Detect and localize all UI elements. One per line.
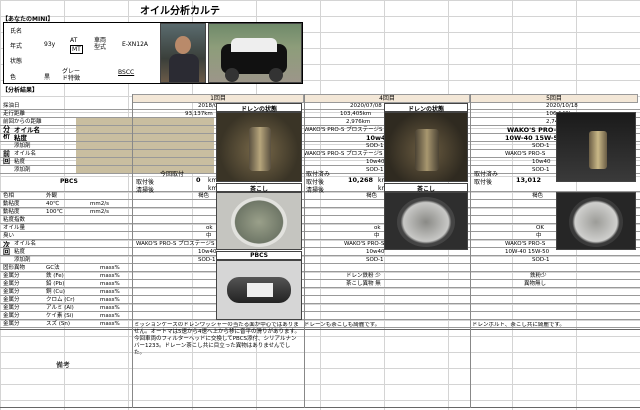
color-label: 色 [10,74,17,81]
row-additive: 添加剤 SOD-1 SOD-1 [0,142,640,150]
c2-drain-photo [384,112,468,182]
row-prev-oil: オイル名 WAKO'S PRO-S プロステージS WAKO'S PRO-S [0,150,640,158]
name-label: 氏名 [10,28,23,35]
row-smell: 臭い 中 中 中 [0,232,640,240]
c1-note: ミッションケースのドレンワッシャーの当たる面が中心ではありません。オートマは5速… [134,322,300,356]
year-value: 93y [44,41,56,48]
row-next-add: 添加剤 SOD-1 SOD-1 SOD-1 [0,256,640,264]
status-label: 状態 [10,58,23,65]
year-label: 年式 [10,43,23,50]
car-photo [208,23,302,83]
color-value: 黒 [44,74,51,81]
c2-strainer-caption: 茶こし [384,183,468,193]
owner-photo [160,23,206,83]
c1-pbcs-photo [216,260,302,320]
row-al: 金属分 アルミ (Al) mass% [0,304,640,312]
c2-note: ドレーンも茶こしも綺麗です。 [304,322,381,328]
c3-note: ドレンボルト、茶こし共に綺麗です。 [472,322,565,328]
row-cr: 金属分 クロム (Cr) mass% [0,296,640,304]
c3-attach-val: 13,012 [516,176,542,184]
c1-pbcs-caption: PBCS [216,251,302,260]
row-cu: 金属分 銅 (Cu) mass% [0,288,640,296]
c3-drain-photo [556,112,636,182]
c2-strainer-photo [384,192,468,250]
row-vi: 粘度指数 [0,216,640,224]
row-prev-visc: 粘度 10w40 10w40 [0,158,640,166]
trans-mt: MT [70,45,83,54]
c1-drain-caption: ドレンの状態 [216,103,302,113]
page-title: オイル分析カルテ [140,6,220,17]
remarks-label: 備考 [56,361,70,369]
section-result-title: 【分析結果】 [2,87,39,94]
c2-drain-caption: ドレンの状態 [384,103,468,113]
model-label: 車両型式 [94,37,107,51]
row-color: 色相 外観 褐色 褐色 褐色 [0,192,640,200]
row-fe: 金属分 鉄 (Fe) mass% ドレン鉄粉 少 鉄粉少 [0,272,640,280]
c2-attach-val: 10,268 [348,176,374,184]
model-value: E-XN12A [122,41,148,48]
row-visc40: 動粘度 40℃ mm2/s [0,200,640,208]
row-mileage: 走行距離 93,137km 103,405km 106,149km [0,110,640,118]
row-viscosity: 粘度 10w40 10W-40 15W-50 [0,134,640,142]
c1-attach-val: 0 [196,176,201,184]
c3-strainer-photo [556,192,636,250]
c3-attach: 取付後 [474,179,493,186]
c1-strainer-photo [216,192,302,250]
c1-drain-photo [216,112,302,182]
row-oil-name: オイル名 WAKO'S PRO-S プロステージS WAKO'S PRO-S [0,126,640,134]
row-pb: 金属分 鉛 (Pb) mass% 茶こし異物 無 異物無し [0,280,640,288]
pbcs-label: PBCS [60,178,78,185]
row-oil-level: オイル量 ok ok OK [0,224,640,232]
row-since-last: 前回からの距離 2,976km 2,744km [0,118,640,126]
trans-at: AT [70,37,78,44]
row-next-oil: オイル名 WAKO'S PRO-S プロステージS WAKO'S PRO-S プ… [0,240,640,248]
row-impurity: 固形異物 GC法 mass% [0,264,640,272]
row-si: 金属分 ケイ素 (Si) mass% [0,312,640,320]
grade-label: グレード特徴 [62,68,81,82]
c1-prev-box: 今回取付 [160,171,185,178]
c1-strainer-caption: 茶こし [216,183,302,193]
row-next-visc: 粘度 10w40 10w40 10W-40 15W-50 [0,248,640,256]
row-date: 採油日 2018/05/16 2020/07/08 2020/10/18 [0,102,640,110]
grade-value: BSCC [118,69,135,76]
row-visc100: 動粘度 100℃ mm2/s [0,208,640,216]
